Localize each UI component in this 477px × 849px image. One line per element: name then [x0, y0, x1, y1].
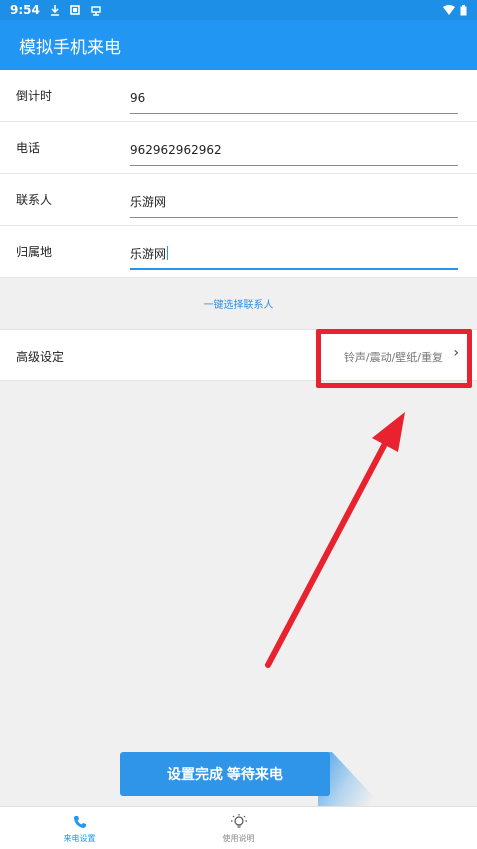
countdown-row: 倒计时 96	[0, 70, 477, 122]
location-value: 乐游网	[130, 246, 167, 261]
download-icon	[50, 4, 60, 16]
lightbulb-icon	[230, 812, 248, 832]
location-row: 归属地 乐游网	[0, 226, 477, 278]
contact-row: 联系人 乐游网	[0, 174, 477, 226]
phone-label: 电话	[16, 141, 41, 155]
countdown-input[interactable]: 96	[130, 82, 458, 114]
status-bar: 9:54	[0, 0, 477, 20]
call-settings-form: 倒计时 96 电话 962962962962 联系人 乐游网 归属地 乐游网	[0, 70, 477, 278]
submit-button[interactable]: 设置完成 等待来电	[120, 752, 330, 796]
contact-label: 联系人	[16, 193, 53, 207]
app-bar: 模拟手机来电	[0, 20, 477, 70]
nav-label-call-settings: 来电设置	[63, 834, 96, 843]
select-contact-label: 一键选择联系人	[203, 300, 274, 311]
phone-input[interactable]: 962962962962	[130, 134, 458, 166]
phone-icon	[73, 812, 87, 832]
location-input[interactable]: 乐游网	[130, 238, 458, 270]
screenshot-icon	[70, 5, 80, 15]
text-cursor	[167, 246, 169, 260]
bottom-nav: 来电设置 使用说明	[0, 806, 477, 849]
status-time: 9:54	[10, 3, 40, 17]
page-title: 模拟手机来电	[19, 37, 121, 58]
nav-item-call-settings[interactable]: 来电设置	[0, 807, 159, 849]
contact-input[interactable]: 乐游网	[130, 186, 458, 218]
nav-item-instructions[interactable]: 使用说明	[159, 807, 318, 849]
advanced-settings-label: 高级设定	[16, 350, 65, 364]
highlight-box	[316, 329, 472, 388]
nav-label-instructions: 使用说明	[222, 834, 255, 843]
wifi-icon	[443, 5, 455, 15]
phone-row: 电话 962962962962	[0, 122, 477, 174]
location-label: 归属地	[16, 245, 53, 259]
battery-icon	[460, 4, 467, 16]
countdown-label: 倒计时	[16, 89, 53, 103]
phone-value: 962962962962	[130, 142, 222, 157]
select-contact-link[interactable]: 一键选择联系人	[0, 278, 477, 329]
notification-icon	[90, 5, 102, 16]
contact-value: 乐游网	[130, 195, 167, 209]
countdown-value: 96	[130, 90, 146, 105]
